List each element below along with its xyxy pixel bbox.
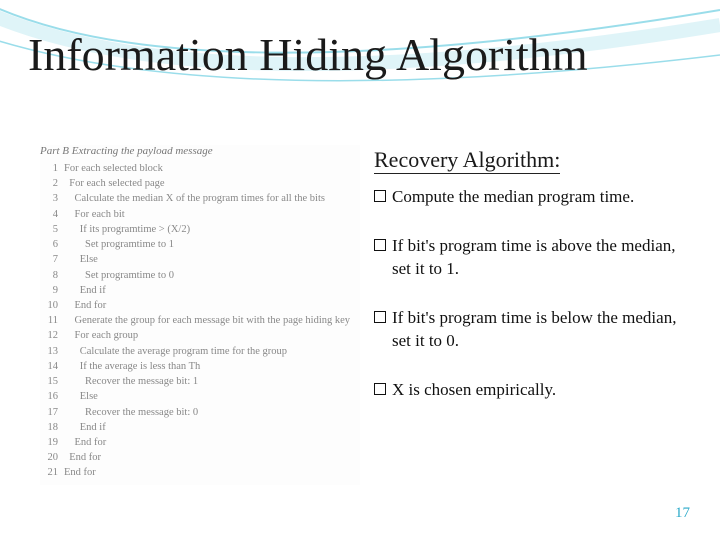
line-number: 3 xyxy=(40,191,58,206)
pseudocode-line: 20 End for xyxy=(40,450,360,465)
checkbox-icon xyxy=(374,239,386,251)
pseudocode-line: 16 Else xyxy=(40,389,360,404)
pseudocode-line: 2 For each selected page xyxy=(40,176,360,191)
pseudocode-text: End if xyxy=(64,422,106,433)
line-number: 15 xyxy=(40,374,58,389)
pseudocode-panel: Part B Extracting the payload message 1F… xyxy=(40,145,360,485)
line-number: 5 xyxy=(40,222,58,237)
pseudocode-line: 9 End if xyxy=(40,283,360,298)
pseudocode-line: 19 End for xyxy=(40,435,360,450)
line-number: 18 xyxy=(40,420,58,435)
line-number: 9 xyxy=(40,283,58,298)
pseudocode-line: 3 Calculate the median X of the program … xyxy=(40,191,360,206)
line-number: 20 xyxy=(40,450,58,465)
line-number: 6 xyxy=(40,237,58,252)
line-number: 12 xyxy=(40,328,58,343)
recovery-bullet: X is chosen empirically. xyxy=(374,379,680,402)
recovery-bullet: Compute the median program time. xyxy=(374,186,680,209)
pseudocode-text: End for xyxy=(64,437,106,448)
pseudocode-line: 5 If its programtime > (X/2) xyxy=(40,222,360,237)
pseudocode-text: For each group xyxy=(64,330,138,341)
page-number: 17 xyxy=(675,505,690,522)
pseudocode-text: Calculate the median X of the program ti… xyxy=(64,193,325,204)
checkbox-icon xyxy=(374,190,386,202)
pseudocode-line: 12 For each group xyxy=(40,328,360,343)
pseudocode-line: 11 Generate the group for each message b… xyxy=(40,313,360,328)
pseudocode-text: End for xyxy=(64,300,106,311)
line-number: 10 xyxy=(40,298,58,313)
pseudocode-text: If the average is less than Th xyxy=(64,361,200,372)
recovery-heading: Recovery Algorithm: xyxy=(374,147,560,174)
pseudocode-text: Calculate the average program time for t… xyxy=(64,346,287,357)
pseudocode-line: 4 For each bit xyxy=(40,207,360,222)
line-number: 7 xyxy=(40,252,58,267)
recovery-bullet: If bit's program time is above the media… xyxy=(374,235,680,281)
recovery-bullet: If bit's program time is below the media… xyxy=(374,307,680,353)
recovery-bullet-text: Compute the median program time. xyxy=(392,186,634,209)
pseudocode-line: 6 Set programtime to 1 xyxy=(40,237,360,252)
checkbox-icon xyxy=(374,311,386,323)
pseudocode-text: End if xyxy=(64,285,106,296)
line-number: 1 xyxy=(40,161,58,176)
line-number: 16 xyxy=(40,389,58,404)
pseudocode-line: 10 End for xyxy=(40,298,360,313)
pseudocode-text: For each bit xyxy=(64,209,125,220)
line-number: 2 xyxy=(40,176,58,191)
recovery-bullet-text: If bit's program time is below the media… xyxy=(392,307,680,353)
pseudocode-text: Else xyxy=(64,391,98,402)
content-area: Part B Extracting the payload message 1F… xyxy=(40,145,680,485)
pseudocode-line: 1 For each selected block xyxy=(40,161,360,176)
pseudocode-line: 13 Calculate the average program time fo… xyxy=(40,344,360,359)
pseudocode-line: 15 Recover the message bit: 1 xyxy=(40,374,360,389)
pseudocode-text: Else xyxy=(64,254,98,265)
pseudocode-text: Generate the group for each message bit … xyxy=(64,315,350,326)
line-number: 11 xyxy=(40,313,58,328)
line-number: 14 xyxy=(40,359,58,374)
pseudocode-text: Set programtime to 1 xyxy=(64,239,174,250)
pseudocode-text: Recover the message bit: 0 xyxy=(64,407,198,418)
pseudocode-text: End for xyxy=(64,467,96,478)
pseudocode-line: 21 End for xyxy=(40,465,360,480)
pseudocode-body: 1 For each selected block 2 For each selec… xyxy=(40,161,360,481)
pseudocode-text: If its programtime > (X/2) xyxy=(64,224,190,235)
pseudocode-line: 7 Else xyxy=(40,252,360,267)
pseudocode-line: 8 Set programtime to 0 xyxy=(40,268,360,283)
pseudocode-line: 18 End if xyxy=(40,420,360,435)
recovery-bullet-text: X is chosen empirically. xyxy=(392,379,556,402)
line-number: 13 xyxy=(40,344,58,359)
line-number: 8 xyxy=(40,268,58,283)
pseudocode-text: Set programtime to 0 xyxy=(64,270,174,281)
line-number: 21 xyxy=(40,465,58,480)
recovery-bullet-text: If bit's program time is above the media… xyxy=(392,235,680,281)
recovery-panel: Recovery Algorithm: Compute the median p… xyxy=(374,145,680,485)
slide-title: Information Hiding Algorithm xyxy=(28,28,588,81)
pseudocode-text: Recover the message bit: 1 xyxy=(64,376,198,387)
checkbox-icon xyxy=(374,383,386,395)
line-number: 19 xyxy=(40,435,58,450)
pseudocode-line: 17 Recover the message bit: 0 xyxy=(40,405,360,420)
pseudocode-line: 14 If the average is less than Th xyxy=(40,359,360,374)
pseudocode-text: End for xyxy=(64,452,101,463)
pseudocode-part-header: Part B Extracting the payload message xyxy=(40,145,360,157)
line-number: 17 xyxy=(40,405,58,420)
line-number: 4 xyxy=(40,207,58,222)
pseudocode-text: For each selected page xyxy=(64,178,165,189)
pseudocode-text: For each selected block xyxy=(64,163,163,174)
